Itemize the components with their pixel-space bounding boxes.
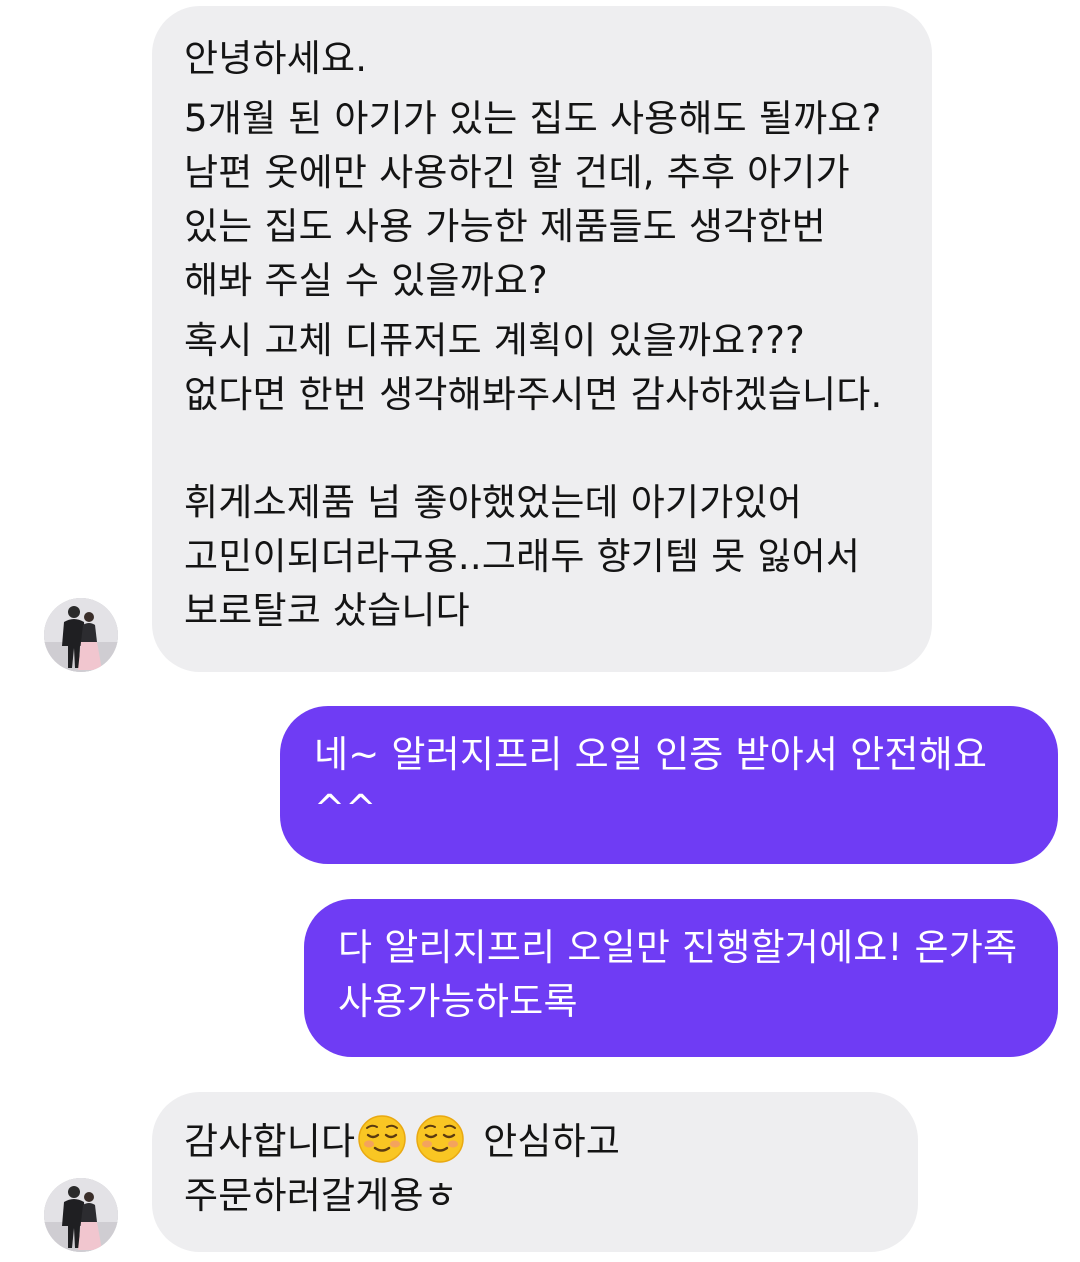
message-text: 네~ 알러지프리 오일 인증 받아서 안전해요 ^^ [314,733,988,830]
message-text: 5개월 된 아기가 있는 집도 사용해도 될까요? 남편 옷에만 사용하긴 할 … [184,97,882,302]
smiling-face-icon [415,1114,465,1164]
incoming-message-bubble[interactable]: 감사합니다 안심하고 주문하러갈게용ㅎ [152,1092,918,1252]
user-avatar-icon[interactable] [44,1178,118,1252]
avatar-photo [44,1178,118,1252]
message-text: 혹시 고체 디퓨저도 계획이 있을까요??? 없다면 한번 생각해봐주시면 감사… [184,319,883,416]
avatar-photo [44,598,118,672]
user-avatar-icon[interactable] [44,598,118,672]
outgoing-message-bubble[interactable]: 다 알리지프리 오일만 진행할거에요! 온가족 사용가능하도록 [304,899,1058,1057]
message-text: 안녕하세요. [184,37,368,80]
message-text: 감사합니다 [184,1120,356,1163]
incoming-message-bubble[interactable]: 안녕하세요. 5개월 된 아기가 있는 집도 사용해도 될까요? 남편 옷에만 … [152,6,932,672]
outgoing-message-bubble[interactable]: 네~ 알러지프리 오일 인증 받아서 안전해요 ^^ [280,706,1058,864]
message-text: 휘게소제품 넘 좋아했었는데 아기가있어 고민이되더라구용..그래두 향기템 못… [184,481,861,632]
message-text: 다 알리지프리 오일만 진행할거에요! 온가족 사용가능하도록 [338,926,1018,1023]
smiling-face-icon [357,1114,407,1164]
